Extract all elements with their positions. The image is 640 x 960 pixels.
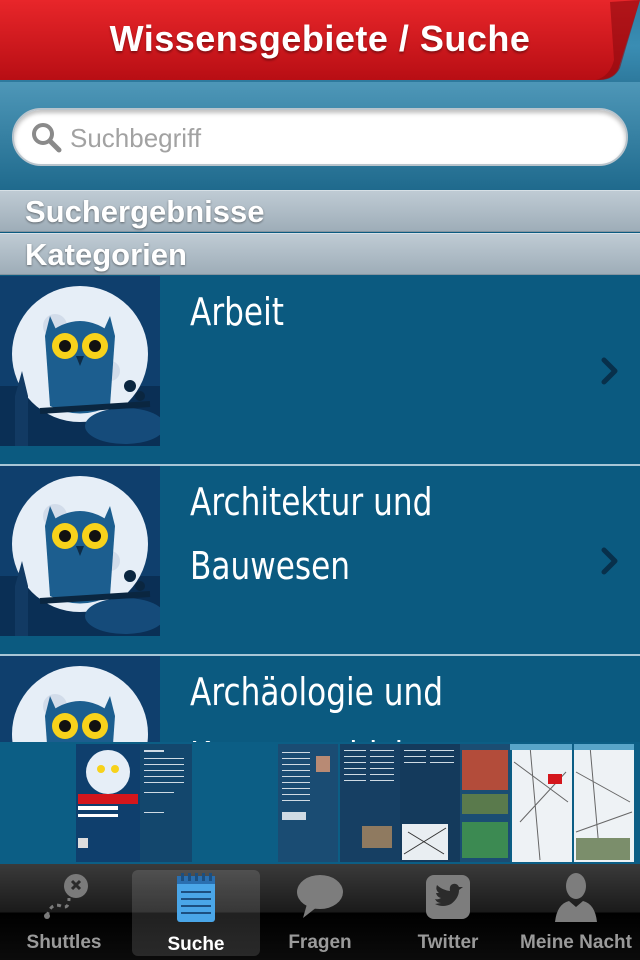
- twitter-bird-icon: [426, 875, 470, 919]
- person-icon: [555, 873, 597, 922]
- chevron-right-icon: [601, 547, 618, 575]
- speech-bubble-icon: [297, 875, 343, 918]
- search-field[interactable]: [12, 108, 628, 166]
- category-label: Archäologie und Kunstgeschichte: [190, 670, 446, 742]
- tab-twitter[interactable]: Twitter: [384, 864, 512, 960]
- chevron-right-icon: [601, 357, 618, 385]
- tab-meine-nacht[interactable]: Meine Nacht: [512, 864, 640, 960]
- category-label: Architektur und Bauwesen: [190, 480, 433, 588]
- title-bar: Wissensgebiete / Suche: [0, 0, 640, 92]
- page-thumbnail-strip[interactable]: [0, 742, 640, 864]
- tab-label: Twitter: [417, 932, 479, 953]
- tab-fragen[interactable]: Fragen: [256, 864, 384, 960]
- category-label: Arbeit: [190, 290, 284, 334]
- category-item-arbeit[interactable]: Arbeit: [0, 276, 640, 466]
- owl-thumbnail: [0, 466, 160, 636]
- tab-shuttles[interactable]: Shuttles: [0, 864, 128, 960]
- search-input[interactable]: [70, 120, 610, 156]
- category-item-archaeologie[interactable]: Archäologie und Kunstgeschichte: [0, 656, 640, 742]
- notepad-icon: [177, 873, 215, 922]
- cover-thumbnail: [76, 744, 140, 862]
- search-bar: [0, 82, 640, 190]
- section-header-categories: Kategorien: [0, 233, 640, 275]
- owl-thumbnail: [0, 276, 160, 446]
- search-icon: [32, 123, 62, 153]
- category-item-architektur[interactable]: Architektur und Bauwesen: [0, 466, 640, 656]
- tab-label: Meine Nacht: [520, 932, 632, 953]
- tab-bar: Shuttles Suche Fragen Twitter Meine Nach…: [0, 864, 640, 960]
- tab-suche[interactable]: Suche: [132, 870, 260, 956]
- section-header-results: Suchergebnisse: [0, 190, 640, 232]
- page-title: Wissensgebiete / Suche: [109, 18, 531, 59]
- tab-label: Shuttles: [26, 932, 102, 953]
- owl-thumbnail: [0, 656, 160, 742]
- map-route-icon: [44, 874, 88, 919]
- category-list: Arbeit Architektur und Bauwesen Archäolo…: [0, 276, 640, 742]
- app-screen: Wissensgebiete / Suche Suchergebnisse Ka…: [0, 0, 640, 960]
- tab-label: Fragen: [288, 932, 352, 953]
